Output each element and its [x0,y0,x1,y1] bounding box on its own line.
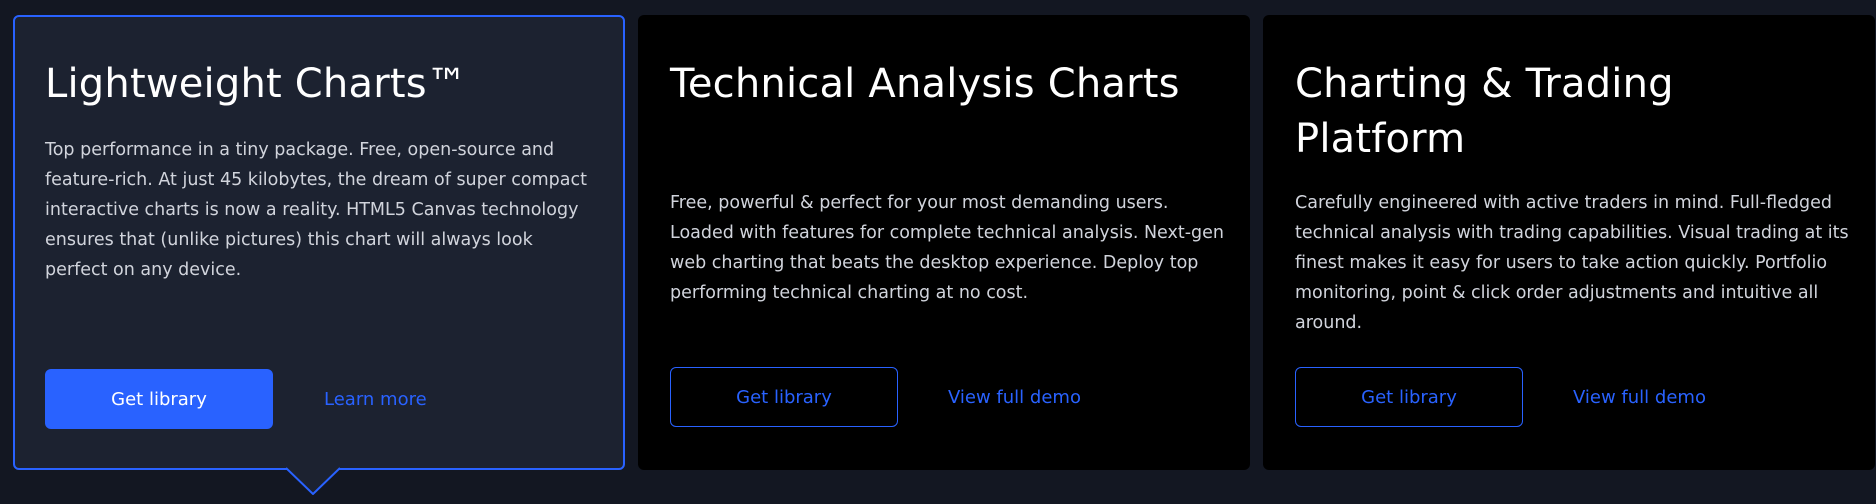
card-title: Lightweight Charts™ [45,61,467,107]
card-description: Free, powerful & perfect for your most d… [670,193,1224,303]
get-library-button[interactable]: Get library [670,367,898,427]
card-title: Charting & Trading Platform [1295,61,1674,162]
learn-more-link[interactable]: Learn more [324,369,427,429]
view-full-demo-link[interactable]: View full demo [948,367,1081,427]
get-library-button[interactable]: Get library [45,369,273,429]
product-cards: Lightweight Charts™ Top performance in a… [13,15,1875,495]
get-library-button[interactable]: Get library [1295,367,1523,427]
card-charting-trading-platform[interactable]: Charting & Trading Platform Carefully en… [1263,15,1875,470]
card-technical-analysis-charts[interactable]: Technical Analysis Charts Free, powerful… [638,15,1250,470]
card-description: Carefully engineered with active traders… [1295,193,1849,333]
selected-card-pointer-icon [286,467,340,495]
card-title: Technical Analysis Charts [670,61,1180,107]
view-full-demo-link[interactable]: View full demo [1573,367,1706,427]
card-lightweight-charts[interactable]: Lightweight Charts™ Top performance in a… [13,15,625,470]
card-description: Top performance in a tiny package. Free,… [45,140,587,280]
